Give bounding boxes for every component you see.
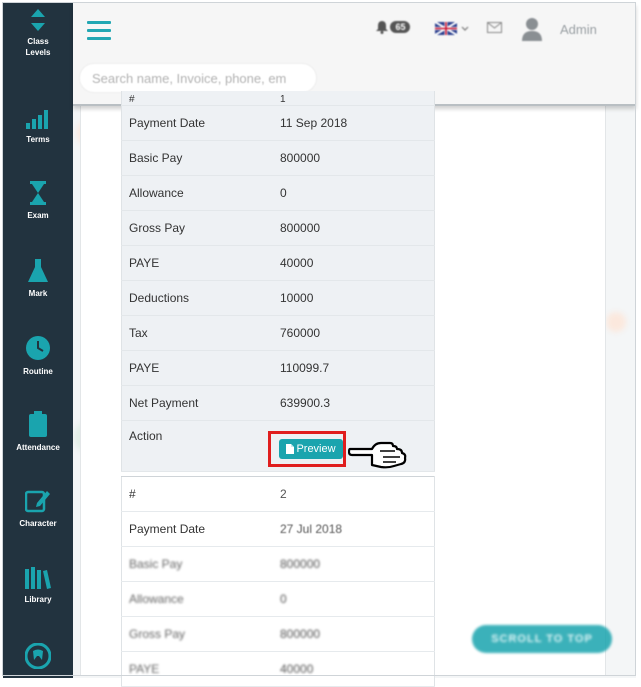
- user-icon: [522, 18, 542, 41]
- row-value: 11 Sep 2018: [273, 105, 435, 141]
- table-row: Gross Pay 800000: [121, 616, 435, 652]
- table-row: Allowance 0: [121, 581, 435, 617]
- row-label: #: [121, 91, 273, 106]
- table-row: Payment Date 27 Jul 2018: [121, 511, 435, 547]
- envelope-icon: [487, 22, 502, 33]
- books-icon: [25, 567, 51, 589]
- chevron-down-icon: [462, 26, 469, 31]
- table-row: Tax 760000: [121, 315, 435, 351]
- sidebar-item-terms[interactable]: Terms: [3, 107, 73, 145]
- menu-toggle-icon[interactable]: [87, 21, 111, 41]
- table-row: Payment Date 11 Sep 2018: [121, 105, 435, 141]
- row-label: Basic Pay: [121, 546, 273, 582]
- row-label: Allowance: [121, 175, 273, 211]
- notification-bell[interactable]: 65: [375, 18, 411, 36]
- clock-icon: [26, 336, 50, 360]
- pointing-hand-icon: [348, 441, 407, 469]
- sidebar-item-character[interactable]: Character: [3, 489, 73, 529]
- row-label: Tax: [121, 315, 273, 351]
- row-value: 800000: [273, 546, 435, 582]
- table-row: Gross Pay 800000: [121, 210, 435, 246]
- row-label: Allowance: [121, 581, 273, 617]
- chart-icon: [26, 110, 48, 129]
- messages-button[interactable]: [487, 20, 502, 38]
- row-value: 0: [273, 581, 435, 617]
- row-label: PAYE: [121, 651, 273, 687]
- row-label: Gross Pay: [121, 616, 273, 652]
- table-row: Allowance 0: [121, 175, 435, 211]
- bell-icon: [376, 20, 388, 34]
- row-value: 110099.7: [273, 350, 435, 386]
- row-value: 800000: [273, 140, 435, 176]
- row-label: Deductions: [121, 280, 273, 316]
- hourglass-icon: [30, 181, 46, 205]
- table-row: # 1: [121, 91, 435, 106]
- row-value: 760000: [273, 315, 435, 351]
- user-name[interactable]: Admin: [560, 22, 597, 37]
- row-label: PAYE: [121, 350, 273, 386]
- row-value: 27 Jul 2018: [273, 511, 435, 547]
- clipboard-icon: [29, 411, 47, 437]
- row-value: 2: [273, 476, 435, 512]
- uk-flag-icon: [434, 21, 458, 37]
- class-levels-icon: [31, 9, 45, 31]
- sidebar-item-library[interactable]: Library: [3, 567, 73, 605]
- row-value: 40000: [273, 245, 435, 281]
- table-row: Deductions 10000: [121, 280, 435, 316]
- row-label: Payment Date: [121, 105, 273, 141]
- user-avatar[interactable]: [521, 17, 543, 46]
- decorative-circle: [606, 312, 626, 332]
- action-label: Action: [121, 420, 273, 472]
- row-label: Payment Date: [121, 511, 273, 547]
- sidebar-item-dental[interactable]: [3, 643, 73, 674]
- table-row: PAYE 110099.7: [121, 350, 435, 386]
- scroll-to-top-button[interactable]: SCROLL TO TOP: [472, 625, 612, 653]
- table-row: PAYE 40000: [121, 651, 435, 687]
- sidebar-item-exam[interactable]: Exam: [3, 181, 73, 221]
- row-value: 800000: [273, 210, 435, 246]
- preview-button-label: Preview: [296, 443, 336, 455]
- table-row: Basic Pay 800000: [121, 140, 435, 176]
- sidebar-item-class-levels[interactable]: Class Levels: [3, 9, 73, 58]
- payment-table-1: # 1 Payment Date 11 Sep 2018 Basic Pay 8…: [121, 91, 435, 472]
- edit-icon: [25, 490, 50, 513]
- sidebar-item-routine[interactable]: Routine: [3, 335, 73, 377]
- sidebar-item-mark[interactable]: Mark: [3, 259, 73, 299]
- table-row: Net Payment 639900.3: [121, 385, 435, 421]
- flask-icon: [28, 259, 48, 282]
- row-value: 10000: [273, 280, 435, 316]
- table-row: Basic Pay 800000: [121, 546, 435, 582]
- search-input[interactable]: [79, 63, 317, 93]
- document-icon: [286, 444, 295, 454]
- row-value: 40000: [273, 651, 435, 687]
- row-label: Net Payment: [121, 385, 273, 421]
- tooth-icon: [25, 643, 51, 669]
- table-row: PAYE 40000: [121, 245, 435, 281]
- preview-button[interactable]: Preview: [279, 439, 343, 459]
- row-value: 800000: [273, 616, 435, 652]
- payment-table-2: # 2 Payment Date 27 Jul 2018 Basic Pay 8…: [121, 476, 435, 687]
- language-selector[interactable]: [434, 20, 469, 38]
- row-label: Gross Pay: [121, 210, 273, 246]
- row-value: 1: [273, 91, 435, 106]
- sidebar-item-attendance[interactable]: Attendance: [3, 411, 73, 453]
- row-label: PAYE: [121, 245, 273, 281]
- notification-count-badge: 65: [390, 20, 411, 33]
- row-label: #: [121, 476, 273, 512]
- table-row: # 2: [121, 476, 435, 512]
- sidebar: Class Levels Terms Exam Mark Routine Att…: [3, 3, 73, 678]
- row-value: 0: [273, 175, 435, 211]
- row-label: Basic Pay: [121, 140, 273, 176]
- row-value: 639900.3: [273, 385, 435, 421]
